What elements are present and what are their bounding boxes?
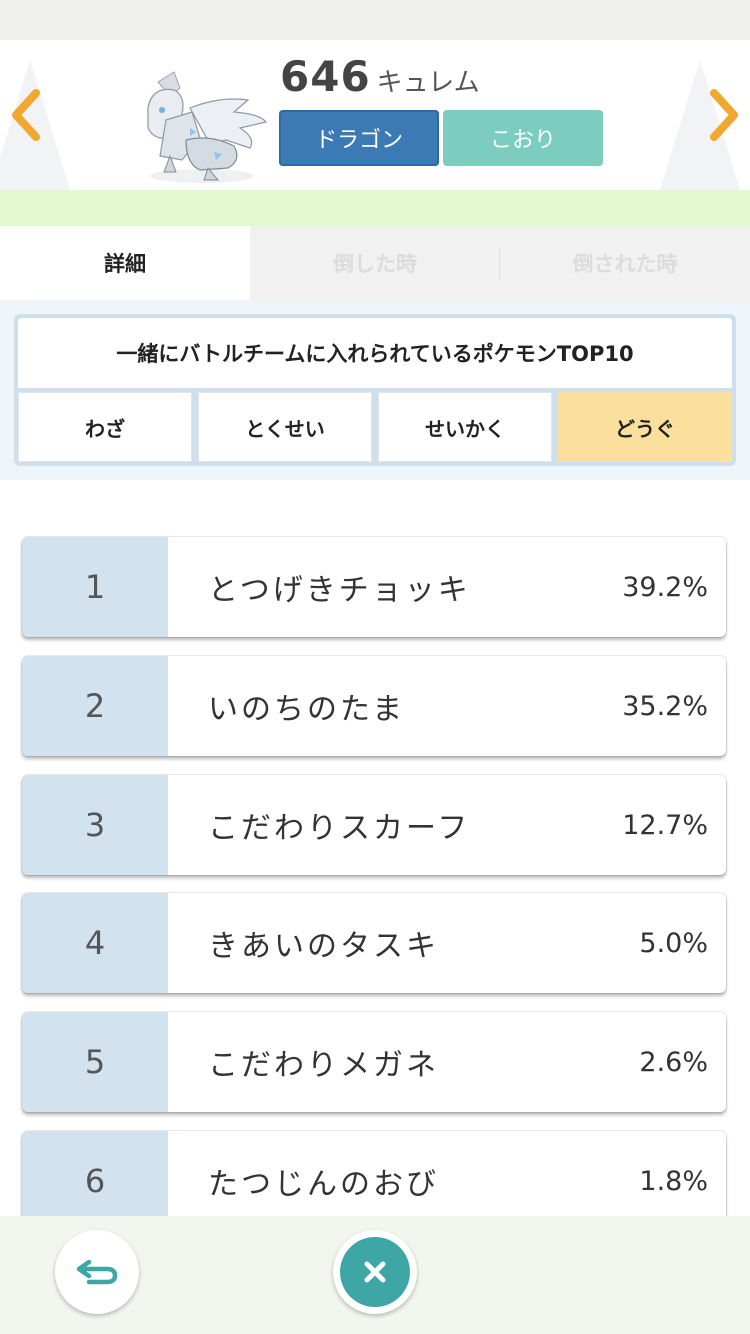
next-pokemon-button[interactable] — [704, 85, 744, 145]
close-button-face — [340, 1237, 410, 1307]
close-button[interactable] — [333, 1230, 417, 1314]
return-arrow-icon — [76, 1259, 118, 1285]
list-item[interactable]: 3 こだわりスカーフ 12.7% — [22, 775, 726, 875]
rank-number: 2 — [22, 656, 168, 756]
status-bar — [0, 0, 750, 40]
item-name: きあいのタスキ — [208, 929, 439, 964]
subtab-natures[interactable]: せいかく — [378, 392, 552, 462]
tab-detail[interactable]: 詳細 — [0, 226, 250, 300]
rank-number: 4 — [22, 893, 168, 993]
type-badge-dragon: ドラゴン — [279, 110, 439, 166]
detail-tabs: 詳細 倒した時 倒された時 — [0, 226, 750, 300]
header-divider-bar — [0, 190, 750, 226]
pokemon-name: キュレム — [376, 68, 480, 98]
rank-number: 1 — [22, 537, 168, 637]
type-badge-ice: こおり — [443, 110, 603, 166]
ranking-card: 一緒にバトルチームに入れられているポケモンTOP10 わざ とくせい せいかく … — [14, 314, 736, 466]
item-name: こだわりメガネ — [208, 1048, 439, 1083]
close-icon — [364, 1261, 386, 1283]
usage-percent: 5.0% — [639, 927, 708, 959]
chevron-left-icon — [12, 89, 40, 141]
subtab-abilities[interactable]: とくせい — [198, 392, 372, 462]
subtab-moves[interactable]: わざ — [18, 392, 192, 462]
back-button[interactable] — [55, 1230, 139, 1314]
subtab-items[interactable]: どうぐ — [558, 392, 732, 462]
list-item[interactable]: 1 とつげきチョッキ 39.2% — [22, 537, 726, 637]
usage-percent: 39.2% — [622, 571, 708, 603]
prev-pokemon-button[interactable] — [6, 85, 46, 145]
list-item[interactable]: 2 いのちのたま 35.2% — [22, 656, 726, 756]
item-ranking-list[interactable]: 1 とつげきチョッキ 39.2% 2 いのちのたま 35.2% 3 こだわりスカ… — [0, 480, 750, 1216]
list-item[interactable]: 5 こだわりメガネ 2.6% — [22, 1012, 726, 1112]
list-item[interactable]: 6 たつじんのおび 1.8% — [22, 1131, 726, 1216]
rank-number: 5 — [22, 1012, 168, 1112]
item-name: いのちのたま — [208, 692, 406, 727]
item-name: こだわりスカーフ — [208, 811, 471, 846]
usage-percent: 1.8% — [639, 1165, 708, 1197]
chevron-right-icon — [710, 89, 738, 141]
usage-percent: 2.6% — [639, 1046, 708, 1078]
dex-number: 646 — [280, 52, 371, 101]
usage-percent: 12.7% — [622, 809, 708, 841]
rank-number: 3 — [22, 775, 168, 875]
tab-defeated-by[interactable]: 倒された時 — [500, 226, 750, 300]
item-name: とつげきチョッキ — [208, 573, 471, 608]
rank-number: 6 — [22, 1131, 168, 1216]
bottom-toolbar — [0, 1216, 750, 1334]
pokemon-title: 646 キュレム — [280, 52, 480, 101]
ranking-card-title: 一緒にバトルチームに入れられているポケモンTOP10 — [18, 318, 732, 388]
tab-defeated[interactable]: 倒した時 — [250, 226, 500, 300]
item-name: たつじんのおび — [208, 1167, 439, 1202]
pokemon-sprite — [130, 68, 270, 188]
pokemon-header: 646 キュレム ドラゴン こおり — [0, 40, 750, 190]
usage-percent: 35.2% — [622, 690, 708, 722]
list-item[interactable]: 4 きあいのタスキ 5.0% — [22, 893, 726, 993]
